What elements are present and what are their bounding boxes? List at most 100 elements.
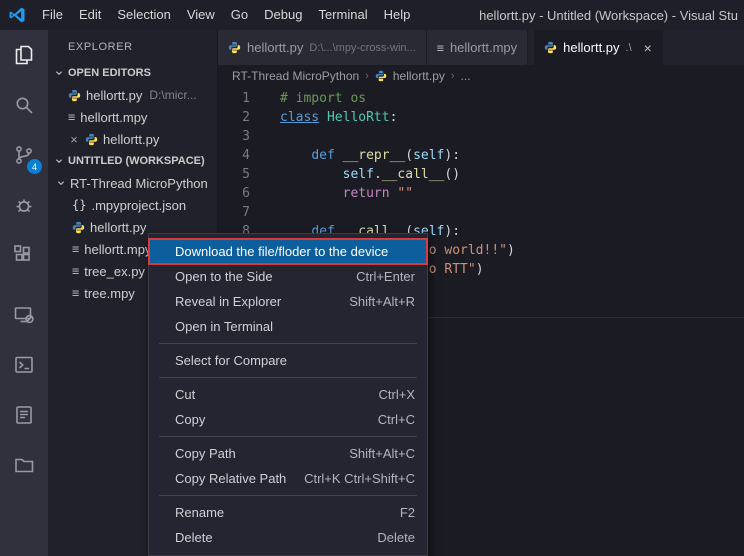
context-menu-item[interactable]: Delete Delete — [149, 525, 427, 550]
extensions-icon[interactable] — [0, 230, 48, 280]
context-menu-item[interactable]: Open in Terminal — [149, 314, 427, 339]
close-icon[interactable]: × — [644, 40, 652, 56]
workspace-header[interactable]: UNTITLED (WORKSPACE) — [48, 150, 217, 172]
file-label: hellortt.py — [86, 88, 142, 103]
menubar-item-file[interactable]: File — [34, 0, 71, 30]
open-editor-item[interactable]: hellortt.py D:\micr... — [48, 84, 217, 106]
source-control-badge: 4 — [27, 159, 42, 174]
close-icon[interactable]: × — [68, 132, 80, 147]
menubar-item-view[interactable]: View — [179, 0, 223, 30]
code-line[interactable] — [280, 127, 744, 146]
context-menu-item[interactable]: CutCtrl+X — [149, 382, 427, 407]
breadcrumb-item[interactable]: RT-Thread MicroPython — [232, 69, 359, 83]
context-menu-item[interactable]: Open to the SideCtrl+Enter — [149, 264, 427, 289]
menubar-item-selection[interactable]: Selection — [109, 0, 178, 30]
menu-item-label: Copy Relative Path — [175, 471, 286, 486]
breadcrumb-item[interactable]: ... — [461, 69, 471, 83]
menu-item-label: Delete — [175, 530, 213, 545]
menu-item-label: Open to the Side — [175, 269, 273, 284]
json-file-icon: {} — [72, 198, 86, 212]
menubar-item-debug[interactable]: Debug — [256, 0, 310, 30]
tab-hellortt-py-2[interactable]: hellortt.py .\ × — [534, 30, 663, 65]
python-file-icon — [375, 70, 387, 82]
code-line[interactable]: self.__call__() — [280, 165, 744, 184]
menubar-item-help[interactable]: Help — [376, 0, 419, 30]
explorer-icon[interactable] — [0, 30, 48, 80]
code-token: self — [343, 167, 374, 182]
tab-label: hellortt.mpy — [450, 40, 517, 55]
search-icon[interactable] — [0, 80, 48, 130]
code-token: ): — [444, 224, 460, 239]
context-menu-item[interactable]: Select for Compare — [149, 348, 427, 373]
code-line[interactable]: # import os — [280, 89, 744, 108]
open-editor-item[interactable]: ≡ hellortt.mpy — [48, 106, 217, 128]
menu-item-label: Cut — [175, 387, 195, 402]
line-number: 2 — [218, 108, 250, 127]
code-token: __repr__ — [343, 148, 406, 163]
terminal-icon[interactable] — [0, 340, 48, 390]
code-line[interactable] — [280, 203, 744, 222]
open-editors-header[interactable]: OPEN EDITORS — [48, 62, 217, 84]
context-menu-item[interactable]: RenameF2 — [149, 500, 427, 525]
chevron-down-icon — [52, 154, 66, 168]
mpy-file-icon: ≡ — [72, 286, 79, 300]
code-token — [335, 148, 343, 163]
menubar-item-terminal[interactable]: Terminal — [310, 0, 375, 30]
chevron-down-icon — [54, 176, 68, 190]
folder-icon[interactable] — [0, 440, 48, 490]
line-number: 7 — [218, 203, 250, 222]
code-token — [319, 110, 327, 125]
menu-bar: FileEditSelectionViewGoDebugTerminalHelp — [34, 0, 418, 30]
line-number: 4 — [218, 146, 250, 165]
tab-hellortt-py-1[interactable]: hellortt.py D:\...\mpy-cross-win... — [218, 30, 427, 65]
code-token — [280, 167, 343, 182]
line-number: 5 — [218, 165, 250, 184]
breadcrumb-item[interactable]: hellortt.py — [393, 69, 445, 83]
context-menu-item[interactable]: CopyCtrl+C — [149, 407, 427, 432]
code-token: __call__ — [382, 167, 445, 182]
file-label: .mpyproject.json — [91, 198, 186, 213]
mpy-file-icon: ≡ — [72, 264, 79, 278]
tab-detail: .\ — [626, 42, 632, 54]
menubar-item-go[interactable]: Go — [223, 0, 256, 30]
file-label: hellortt.py — [103, 132, 159, 147]
output-icon[interactable] — [0, 390, 48, 440]
code-line[interactable]: class HelloRtt: — [280, 108, 744, 127]
code-token: ) — [507, 243, 515, 258]
code-line[interactable]: def __repr__(self): — [280, 146, 744, 165]
python-file-icon — [68, 89, 81, 102]
chevron-down-icon — [52, 66, 66, 80]
code-token: # import os — [280, 91, 366, 106]
context-menu: Download the file/floder to the device Op… — [148, 233, 428, 556]
open-editor-item[interactable]: × hellortt.py — [48, 128, 217, 150]
menu-item-shortcut: Delete — [377, 530, 415, 545]
menu-item-shortcut: F2 — [400, 505, 415, 520]
file-row[interactable]: {} .mpyproject.json — [48, 194, 217, 216]
python-file-icon — [85, 133, 98, 146]
folder-row[interactable]: RT-Thread MicroPython — [48, 172, 217, 194]
menu-item-shortcut: Ctrl+K Ctrl+Shift+C — [304, 471, 415, 486]
menu-item-label: Download the file/floder to the device — [175, 244, 388, 259]
window-title: hellortt.py - Untitled (Workspace) - Vis… — [418, 8, 744, 23]
context-menu-item[interactable]: Copy PathShift+Alt+C — [149, 441, 427, 466]
code-token: . — [374, 167, 382, 182]
menubar-item-edit[interactable]: Edit — [71, 0, 109, 30]
code-token — [280, 148, 311, 163]
code-line[interactable]: return "" — [280, 184, 744, 203]
file-label: hellortt.py — [90, 220, 146, 235]
menu-separator — [159, 495, 417, 496]
context-menu-item[interactable]: Copy Relative Path Ctrl+K Ctrl+Shift+C — [149, 466, 427, 491]
mpy-file-icon: ≡ — [72, 242, 79, 256]
context-menu-item[interactable]: Download the file/floder to the device — [149, 239, 427, 264]
folder-label: RT-Thread MicroPython — [70, 176, 208, 191]
tab-hellortt-mpy[interactable]: ≡ hellortt.mpy — [427, 30, 528, 65]
menu-item-shortcut: Ctrl+C — [378, 412, 415, 427]
context-menu-item[interactable]: Reveal in ExplorerShift+Alt+R — [149, 289, 427, 314]
breadcrumb[interactable]: RT-Thread MicroPython › hellortt.py › ..… — [218, 65, 744, 87]
debug-icon[interactable] — [0, 180, 48, 230]
remote-device-icon[interactable] — [0, 290, 48, 340]
source-control-icon[interactable]: 4 — [0, 130, 48, 180]
activity-bar: 4 — [0, 30, 48, 556]
tab-detail: D:\...\mpy-cross-win... — [309, 42, 415, 54]
title-bar: FileEditSelectionViewGoDebugTerminalHelp… — [0, 0, 744, 30]
